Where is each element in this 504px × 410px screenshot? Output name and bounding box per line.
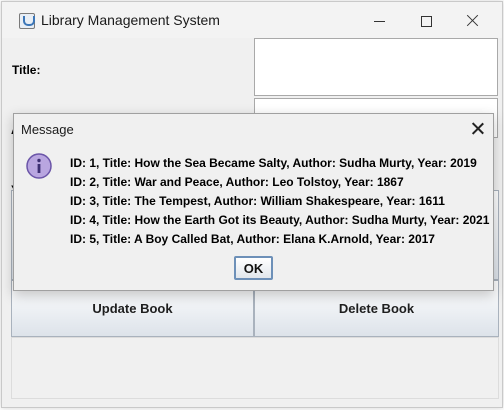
title-label: Title:: [12, 63, 41, 77]
title-bar: Library Management System: [2, 2, 502, 38]
minimize-button[interactable]: [365, 10, 393, 32]
close-window-button[interactable]: [459, 10, 487, 32]
book-entry-2: ID: 2, Title: War and Peace, Author: Leo…: [70, 175, 404, 189]
java-app-icon: [19, 13, 35, 29]
title-input[interactable]: [254, 38, 498, 96]
dialog-title: Message: [21, 122, 74, 137]
window-title: Library Management System: [41, 12, 220, 28]
maximize-button[interactable]: [412, 10, 440, 32]
book-entry-1: ID: 1, Title: How the Sea Became Salty, …: [70, 156, 477, 170]
book-list: ID: 1, Title: How the Sea Became Salty, …: [70, 154, 489, 249]
message-dialog: Message ID: 1, Title: How the Sea Became…: [13, 113, 494, 291]
ok-button[interactable]: OK: [234, 256, 273, 280]
dialog-close-button[interactable]: [468, 119, 488, 139]
bottom-panel: [11, 337, 499, 399]
book-entry-4: ID: 4, Title: How the Earth Got its Beau…: [70, 213, 490, 227]
book-entry-3: ID: 3, Title: The Tempest, Author: Willi…: [70, 194, 445, 208]
info-icon: [26, 153, 52, 179]
book-entry-5: ID: 5, Title: A Boy Called Bat, Author: …: [70, 232, 435, 246]
